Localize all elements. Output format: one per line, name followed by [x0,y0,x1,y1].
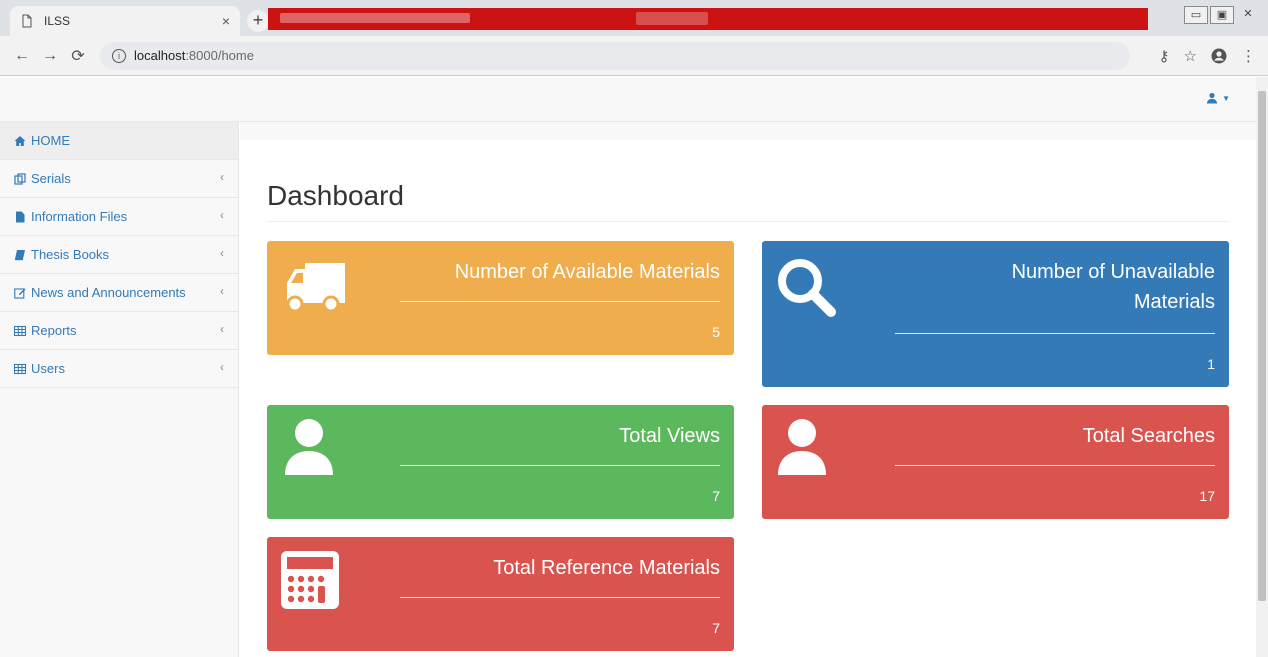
total-reference-materials-panel[interactable]: Total Reference Materials 7 [267,537,734,651]
tab-title: ILSS [44,14,71,28]
close-tab-icon[interactable]: × [222,13,230,29]
panel-label-line-2: Materials [1133,291,1215,313]
forward-arrow-icon[interactable]: → [36,47,64,65]
browser-tab[interactable]: ILSS × [10,6,240,36]
caret-down-icon: ▼ [1222,93,1230,103]
panel-label: Total Searches [1082,425,1215,447]
page-scrollbar[interactable] [1256,77,1268,657]
browser-tabstrip: ILSS × + ▭ ▣ ✕ [0,0,1268,36]
table-icon [14,363,26,374]
chevron-left-icon: ‹ [220,284,224,298]
user-menu-button[interactable]: ▼ [1206,92,1230,104]
page: ▼ HOME Serials ‹ Information Files ‹ The… [0,77,1256,657]
chevron-left-icon: ‹ [220,246,224,260]
window-controls: ▭ ▣ ✕ [1184,6,1260,24]
minimize-icon[interactable]: ▭ [1184,6,1208,24]
background-window-bar [268,8,1148,30]
calculator-icon [281,551,339,609]
restore-icon[interactable]: ▣ [1210,6,1234,24]
panel-label: Number of Unavailable Materials [1012,257,1215,317]
reload-icon[interactable]: ⟳ [64,46,92,66]
sidebar-item-reports[interactable]: Reports ‹ [0,312,238,350]
user-icon [1207,92,1218,104]
panel-count: 7 [712,488,720,504]
sidebar-item-serials[interactable]: Serials ‹ [0,160,238,198]
info-icon[interactable]: i [112,48,126,63]
sidebar-item-thesis-books[interactable]: Thesis Books ‹ [0,236,238,274]
scrollbar-thumb[interactable] [1258,91,1266,601]
panel-label: Number of Available Materials [454,261,720,283]
background-window-label [636,12,708,25]
page-title: Dashboard [267,180,404,211]
search-icon [778,259,836,317]
panel-label: Total Views [619,425,720,447]
background-window-title [280,13,470,23]
sidebar-item-users[interactable]: Users ‹ [0,350,238,388]
sidebar-item-news-and-announcements[interactable]: News and Announcements ‹ [0,274,238,312]
chevron-left-icon: ‹ [220,360,224,374]
content-top-strip [240,122,1256,140]
edit-icon [14,287,26,299]
star-icon[interactable]: ☆ [1184,47,1197,65]
sidebar-item-label: Serials [31,171,71,186]
panel-divider [400,465,720,466]
panel-count: 5 [712,324,720,340]
sidebar-item-label: Thesis Books [31,247,110,262]
close-window-icon[interactable]: ✕ [1236,6,1260,24]
total-searches-panel[interactable]: Total Searches 17 [762,405,1229,519]
chevron-left-icon: ‹ [220,322,224,336]
total-views-panel[interactable]: Total Views 7 [267,405,734,519]
panel-divider [895,465,1215,466]
sidebar: HOME Serials ‹ Information Files ‹ Thesi… [0,122,239,657]
sidebar-item-label: Information Files [31,209,128,224]
panel-count: 7 [712,620,720,636]
sidebar-item-label: Reports [31,323,77,338]
url-path: :8000/home [185,48,254,63]
panel-divider [400,597,720,598]
panel-divider [400,301,720,302]
user-icon [285,419,333,475]
available-materials-panel[interactable]: Number of Available Materials 5 [267,241,734,355]
sidebar-item-label: News and Announcements [31,285,186,300]
url-host: localhost [134,48,186,63]
sidebar-item-home[interactable]: HOME [0,122,238,160]
file-icon [16,211,25,222]
panel-count: 1 [1207,356,1215,372]
book-icon [15,249,25,260]
sidebar-item-label: HOME [31,133,70,148]
top-navbar: ▼ [0,77,1256,122]
sidebar-item-information-files[interactable]: Information Files ‹ [0,198,238,236]
main-content: Dashboard Number of Available Materials … [240,122,1256,657]
unavailable-materials-panel[interactable]: Number of Unavailable Materials 1 [762,241,1229,387]
panel-divider [895,333,1215,334]
copy-icon [14,172,26,185]
user-icon [778,419,826,475]
account-icon[interactable] [1211,48,1227,64]
table-icon [14,325,26,336]
panel-count: 17 [1199,488,1215,504]
address-bar[interactable]: i localhost:8000/home [100,41,1130,70]
menu-dots-icon[interactable]: ⋮ [1241,47,1256,65]
panel-label-line-1: Number of Unavailable [1011,261,1215,283]
back-arrow-icon[interactable]: ← [8,47,36,65]
truck-icon [286,263,345,313]
new-tab-button[interactable]: + [247,10,269,32]
key-icon[interactable]: ⚷ [1159,47,1170,65]
title-divider [267,221,1229,222]
sidebar-item-label: Users [31,361,65,376]
panel-label: Total Reference Materials [493,557,720,579]
home-icon [14,135,26,146]
chevron-left-icon: ‹ [220,170,224,184]
chevron-left-icon: ‹ [220,208,224,222]
document-icon [22,14,32,28]
browser-toolbar: ← → ⟳ i localhost:8000/home ⚷ ☆ ⋮ [0,36,1268,76]
